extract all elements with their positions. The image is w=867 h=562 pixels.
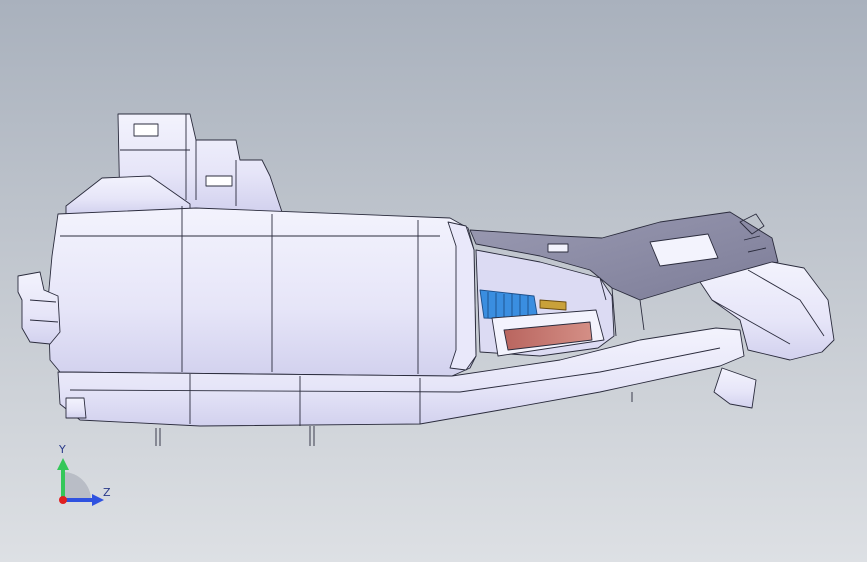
- graphics-viewport[interactable]: Y Z: [0, 0, 867, 562]
- main-housing: [47, 207, 477, 377]
- panel-boss: [547, 243, 569, 253]
- cad-model[interactable]: [0, 0, 867, 562]
- bracket-window: [205, 175, 233, 187]
- bracket-slot: [133, 123, 159, 137]
- coordinate-triad: Y Z: [40, 432, 130, 522]
- rear-clip: [713, 367, 757, 409]
- y-axis-arrowhead: [57, 458, 69, 470]
- triad-orientation-disc: [63, 472, 91, 500]
- triad-y-label: Y: [59, 443, 66, 456]
- gold-component: [539, 299, 567, 311]
- rail-foot-left: [65, 397, 87, 419]
- triad-origin: [59, 496, 67, 504]
- triad-z-label: Z: [103, 486, 111, 499]
